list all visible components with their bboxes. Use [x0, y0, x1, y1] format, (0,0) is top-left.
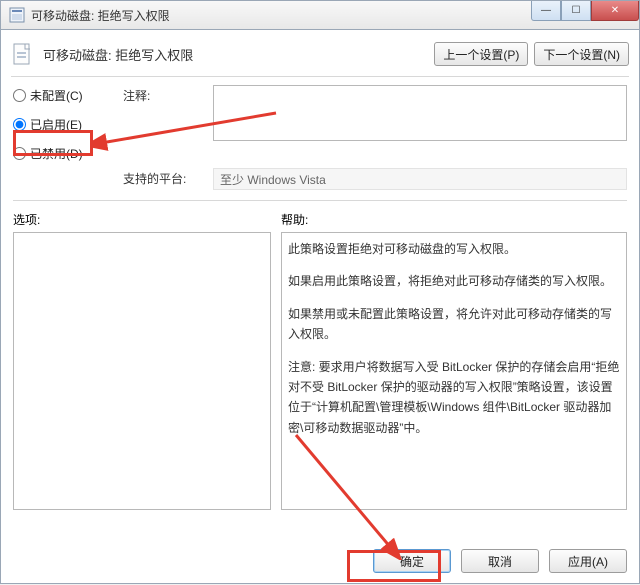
- apply-button[interactable]: 应用(A): [549, 549, 627, 573]
- help-paragraph: 如果启用此策略设置，将拒绝对此可移动存储类的写入权限。: [288, 271, 620, 291]
- previous-setting-button[interactable]: 上一个设置(P): [434, 42, 528, 66]
- header-row: 可移动磁盘: 拒绝写入权限 上一个设置(P) 下一个设置(N): [1, 30, 639, 72]
- cancel-button[interactable]: 取消: [461, 549, 539, 573]
- policy-icon: [11, 42, 35, 66]
- ok-button[interactable]: 确定: [373, 549, 451, 573]
- minimize-button[interactable]: —: [531, 1, 561, 21]
- title-bar: 可移动磁盘: 拒绝写入权限 — ☐ ✕: [0, 0, 640, 30]
- comment-label: 注释:: [123, 85, 213, 104]
- close-button[interactable]: ✕: [591, 1, 639, 21]
- radio-enabled-label: 已启用(E): [30, 116, 82, 133]
- radio-enabled-input[interactable]: [13, 118, 26, 131]
- supported-label: 支持的平台:: [123, 168, 213, 190]
- radio-not-configured-input[interactable]: [13, 89, 26, 102]
- window-controls: — ☐ ✕: [531, 1, 639, 21]
- radio-disabled-label: 已禁用(D): [30, 145, 83, 162]
- comment-textarea[interactable]: [213, 85, 627, 141]
- radio-enabled[interactable]: 已启用(E): [13, 116, 123, 133]
- radio-disabled-input[interactable]: [13, 147, 26, 160]
- maximize-icon: ☐: [572, 5, 581, 16]
- help-pane[interactable]: 此策略设置拒绝对可移动磁盘的写入权限。 如果启用此策略设置，将拒绝对此可移动存储…: [281, 232, 627, 510]
- radio-not-configured[interactable]: 未配置(C): [13, 87, 123, 104]
- dialog-footer: 确定 取消 应用(A): [373, 549, 627, 573]
- radio-disabled[interactable]: 已禁用(D): [13, 145, 123, 162]
- config-grid: 未配置(C) 已启用(E) 已禁用(D) 注释:: [1, 77, 639, 162]
- supported-value: 至少 Windows Vista: [213, 168, 627, 190]
- panel-labels: 选项: 帮助:: [1, 201, 639, 232]
- app-icon: [9, 7, 25, 23]
- help-label: 帮助:: [281, 211, 627, 228]
- next-setting-button[interactable]: 下一个设置(N): [534, 42, 629, 66]
- options-label: 选项:: [13, 211, 281, 228]
- maximize-button[interactable]: ☐: [561, 1, 591, 21]
- help-paragraph: 注意: 要求用户将数据写入受 BitLocker 保护的存储会启用“拒绝对不受 …: [288, 357, 620, 439]
- dialog-client-area: 可移动磁盘: 拒绝写入权限 上一个设置(P) 下一个设置(N) 未配置(C) 已…: [0, 30, 640, 584]
- policy-title: 可移动磁盘: 拒绝写入权限: [43, 45, 428, 64]
- help-paragraph: 此策略设置拒绝对可移动磁盘的写入权限。: [288, 239, 620, 259]
- help-paragraph: 如果禁用或未配置此策略设置，将允许对此可移动存储类的写入权限。: [288, 304, 620, 345]
- minimize-icon: —: [541, 5, 551, 16]
- window-title: 可移动磁盘: 拒绝写入权限: [31, 7, 170, 24]
- supported-row: 支持的平台: 至少 Windows Vista: [1, 162, 639, 192]
- panes: 此策略设置拒绝对可移动磁盘的写入权限。 如果启用此策略设置，将拒绝对此可移动存储…: [1, 232, 639, 510]
- radio-group: 未配置(C) 已启用(E) 已禁用(D): [13, 85, 123, 162]
- radio-not-configured-label: 未配置(C): [30, 87, 83, 104]
- close-icon: ✕: [611, 5, 619, 16]
- options-pane[interactable]: [13, 232, 271, 510]
